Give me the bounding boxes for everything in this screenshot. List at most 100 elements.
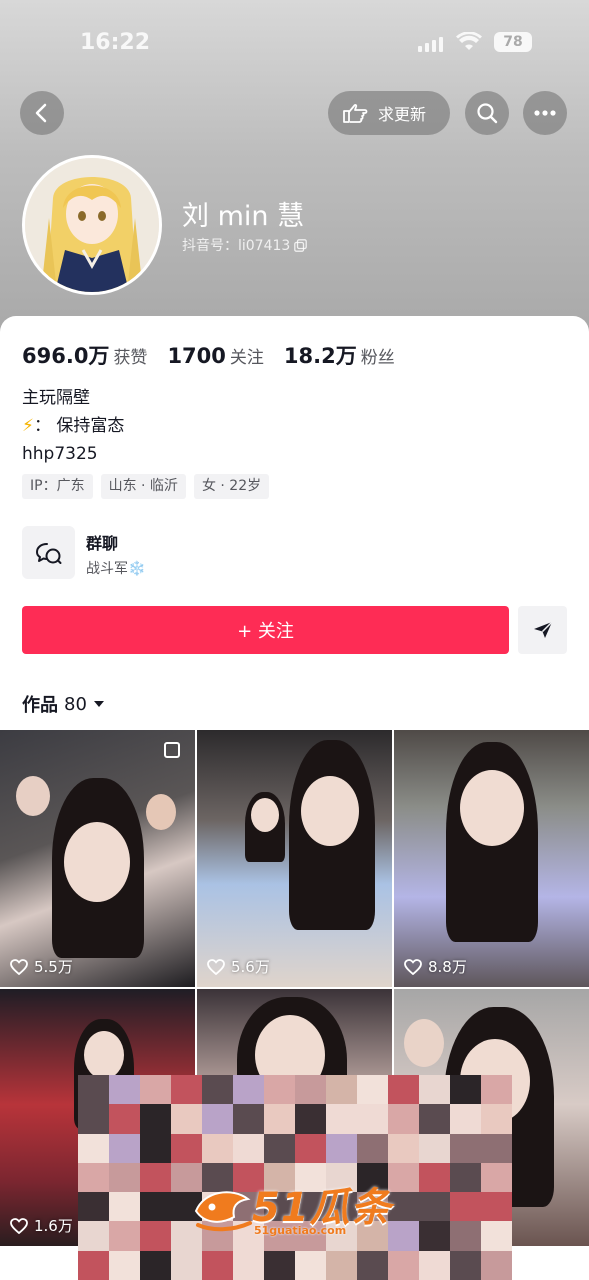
mosaic-block [109,1104,140,1134]
mosaic-block [264,1075,295,1105]
mosaic-block [481,1250,512,1280]
mosaic-block [481,1104,512,1134]
stat-likes[interactable]: 696.0万 获赞 [22,340,147,370]
mosaic-block [295,1133,326,1163]
follow-button[interactable]: + 关注 [22,606,509,654]
mosaic-block [450,1075,481,1105]
video-likes: 5.5万 [10,956,73,977]
mosaic-block [419,1221,450,1251]
video-likes-count: 5.5万 [34,958,73,976]
mosaic-block [140,1133,171,1163]
group-chat-button[interactable] [22,526,75,579]
tag-gender-age: 女 · 22岁 [193,474,270,499]
mosaic-block [481,1221,512,1251]
mosaic-block [450,1162,481,1193]
copy-icon[interactable] [294,238,308,252]
lightning-emoji: ⚡ [22,416,34,436]
mosaic-block [357,1133,388,1163]
mosaic-block [171,1104,202,1134]
video-tile[interactable]: 5.6万 [197,730,392,987]
mosaic-block [202,1250,233,1280]
mosaic-block [140,1162,171,1193]
stat-followers-label: 粉丝 [360,348,395,368]
tag-ip: IP：广东 [22,474,93,499]
mosaic-block [450,1104,481,1134]
mosaic-block [202,1104,233,1134]
mosaic-block [109,1221,140,1251]
video-likes-count: 1.6万 [34,1217,73,1235]
group-chat-subtitle: 战斗军❄️ [86,561,146,577]
avatar[interactable] [22,155,162,295]
mosaic-block [388,1104,419,1134]
douyin-id[interactable]: 抖音号：li07413 [182,235,308,255]
mosaic-block [109,1162,140,1193]
more-dots-icon [534,110,556,116]
mosaic-block [171,1075,202,1105]
stat-followers-value: 18.2万 [283,344,357,368]
profile-tags: IP：广东 山东 · 临沂 女 · 22岁 [22,474,270,499]
back-button[interactable] [20,91,64,135]
stat-followers[interactable]: 18.2万 粉丝 [284,340,395,370]
battery-indicator: 78 [494,32,532,52]
bio-line: hhp7325 [22,444,98,464]
mosaic-block [388,1133,419,1163]
mosaic-block [295,1104,326,1134]
mosaic-block [109,1133,140,1163]
heart-icon [404,958,422,975]
mosaic-block [78,1162,109,1193]
mosaic-block [419,1133,450,1163]
mosaic-block [450,1192,481,1222]
status-time: 16:22 [80,30,151,55]
mosaic-block [419,1104,450,1134]
mosaic-block [233,1250,264,1280]
profile-stats: 696.0万 获赞 1700 关注 18.2万 粉丝 [22,340,395,370]
bio-line: ⚡： 保持富态 [22,412,124,440]
mosaic-block [326,1104,357,1134]
more-button[interactable] [523,91,567,135]
tab-works[interactable]: 作品 80 [22,691,105,717]
share-button[interactable] [518,606,567,654]
mosaic-block [78,1104,109,1134]
stat-following[interactable]: 1700 关注 [167,343,263,368]
search-button[interactable] [465,91,509,135]
mosaic-block [233,1104,264,1134]
request-update-button[interactable]: 求更新 [328,91,450,135]
request-update-label: 求更新 [378,105,427,124]
mosaic-block [481,1192,512,1222]
mosaic-block [78,1221,109,1251]
mosaic-block [326,1250,357,1280]
mosaic-block [481,1162,512,1193]
video-tile[interactable]: 8.8万 [394,730,589,987]
video-likes: 1.6万 [10,1215,73,1236]
mosaic-block [78,1133,109,1163]
mosaic-block [140,1221,171,1251]
stat-following-label: 关注 [229,348,264,368]
mosaic-block [357,1104,388,1134]
mosaic-block [140,1075,171,1105]
mosaic-block [326,1075,357,1105]
mosaic-block [450,1133,481,1163]
stat-likes-label: 获赞 [113,348,148,368]
mosaic-block [140,1104,171,1134]
group-chat-title[interactable]: 群聊 [86,530,118,554]
caret-down-icon [93,701,104,707]
works-label: 作品 [22,695,58,716]
douyin-id-text: 抖音号：li07413 [182,238,291,254]
profile-bio: 主玩隔壁 ⚡： 保持富态 hhp7325 [22,384,124,468]
works-count: 80 [64,693,87,715]
mosaic-block [78,1192,109,1222]
mosaic-block [388,1250,419,1280]
video-tile[interactable]: 5.5万 [0,730,195,987]
video-likes: 8.8万 [404,956,467,977]
mosaic-block [202,1075,233,1105]
bio-line: 主玩隔壁 [22,388,90,408]
group-chat-icon [35,542,61,564]
send-arrow-icon [533,621,553,638]
bio-line-text: ： 保持富态 [33,416,125,436]
tag-location: 山东 · 临沂 [100,474,186,499]
mosaic-block [78,1075,109,1105]
mosaic-block [140,1192,171,1222]
mosaic-block [326,1133,357,1163]
mosaic-block [419,1250,450,1280]
mosaic-block [388,1075,419,1105]
